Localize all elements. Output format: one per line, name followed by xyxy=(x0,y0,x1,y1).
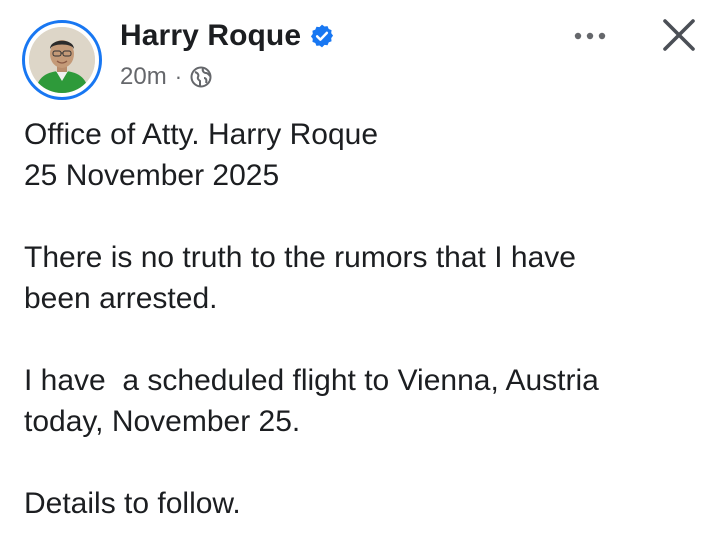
post-meta: 20m · xyxy=(120,62,212,92)
paragraph-statement: There is no truth to the rumors that I h… xyxy=(24,237,704,319)
paragraph-flight: I have a scheduled flight to Vienna, Aus… xyxy=(24,360,704,442)
post-header: Harry Roque 20m · xyxy=(0,0,720,110)
text-line: Details to follow. xyxy=(24,487,241,520)
author-row: Harry Roque xyxy=(120,16,335,56)
text-line: I have a scheduled flight to Vienna, Aus… xyxy=(24,364,599,397)
paragraph-closing: Details to follow. xyxy=(24,483,704,524)
verified-badge-icon xyxy=(309,23,335,49)
meta-separator: · xyxy=(174,64,183,89)
more-options-icon[interactable] xyxy=(566,22,614,50)
text-line: 25 November 2025 xyxy=(24,159,280,192)
globe-icon[interactable] xyxy=(190,66,212,88)
close-icon[interactable] xyxy=(658,14,700,56)
text-line: been arrested. xyxy=(24,282,218,315)
post-text: Office of Atty. Harry Roque 25 November … xyxy=(24,114,704,524)
paragraph-header: Office of Atty. Harry Roque 25 November … xyxy=(24,114,704,196)
text-line: Office of Atty. Harry Roque xyxy=(24,118,379,151)
avatar[interactable] xyxy=(22,20,102,100)
profile-photo xyxy=(29,27,95,93)
text-line: today, November 25. xyxy=(24,405,301,438)
author-name[interactable]: Harry Roque xyxy=(120,19,301,53)
text-line: There is no truth to the rumors that I h… xyxy=(24,241,576,274)
post-time[interactable]: 20m xyxy=(120,63,167,91)
